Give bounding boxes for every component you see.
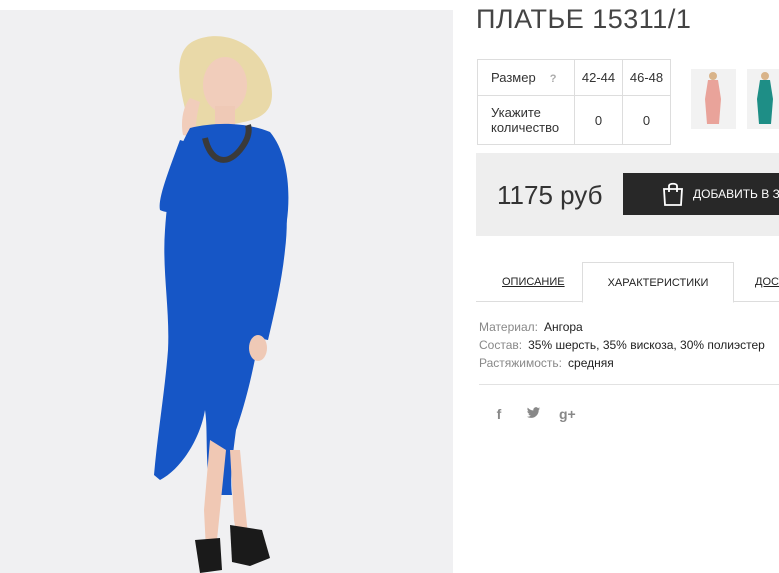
pink-dress-thumbnail[interactable] xyxy=(691,69,736,129)
spec-row-composition: Состав: 35% шерсть, 35% вискоза, 30% поли… xyxy=(479,336,765,354)
tab-description[interactable]: ОПИСАНИЕ xyxy=(502,262,565,302)
characteristics-list: Материал: Ангора Состав: 35% шерсть, 35% в… xyxy=(479,318,765,372)
size-option-46-48: 46-48 xyxy=(622,59,671,96)
tab-characteristics[interactable]: ХАРАКТЕРИСТИКИ xyxy=(582,262,734,303)
pink-dress-image xyxy=(705,72,721,124)
twitter-icon[interactable] xyxy=(525,406,541,422)
product-title: ПЛАТЬЕ 15311/1 xyxy=(476,4,692,34)
product-tabs: ОПИСАНИЕ ХАРАКТЕРИСТИКИ ДОСТ xyxy=(476,262,779,303)
social-share: f g+ xyxy=(491,406,576,422)
spec-row-stretch: Растяжимость: средняя xyxy=(479,354,765,372)
google-plus-icon[interactable]: g+ xyxy=(559,406,576,422)
add-to-cart-button[interactable]: ДОБАВИТЬ В ЗА xyxy=(623,173,779,215)
spec-value: 35% шерсть, 35% вискоза, 30% полиэстер xyxy=(528,338,765,352)
spec-row-material: Материал: Ангора xyxy=(479,318,765,336)
spec-value: средняя xyxy=(568,356,614,370)
product-photo[interactable] xyxy=(0,10,453,573)
facebook-icon[interactable]: f xyxy=(491,406,507,422)
quantity-label-cell: Укажите количество xyxy=(477,95,575,145)
quantity-input-46-48[interactable]: 0 xyxy=(622,95,671,145)
tab-delivery[interactable]: ДОСТ xyxy=(755,262,779,302)
size-label: Размер xyxy=(491,70,536,85)
teal-dress-image xyxy=(757,72,773,124)
quantity-input-42-44[interactable]: 0 xyxy=(574,95,623,145)
shopping-bag-icon xyxy=(661,181,685,207)
spec-key: Материал: xyxy=(479,320,538,334)
teal-dress-thumbnail[interactable] xyxy=(747,69,779,129)
size-quantity-table: Размер? 42-44 46-48 Укажите количество 0… xyxy=(477,59,671,145)
size-help-icon[interactable]: ? xyxy=(550,73,557,85)
quantity-label-line2: количество xyxy=(491,120,560,135)
model-in-blue-dress-image xyxy=(154,36,289,573)
section-divider xyxy=(479,384,779,385)
product-price: 1175 руб xyxy=(497,180,603,210)
spec-key: Растяжимость: xyxy=(479,356,563,370)
add-to-cart-label: ДОБАВИТЬ В ЗА xyxy=(693,187,779,201)
size-option-42-44: 42-44 xyxy=(574,59,623,96)
spec-value: Ангора xyxy=(543,320,583,334)
buy-box: 1175 руб ДОБАВИТЬ В ЗА xyxy=(476,153,779,236)
spec-key: Состав: xyxy=(479,338,523,352)
size-header-cell: Размер? xyxy=(477,59,575,96)
quantity-label-line1: Укажите xyxy=(491,105,541,120)
